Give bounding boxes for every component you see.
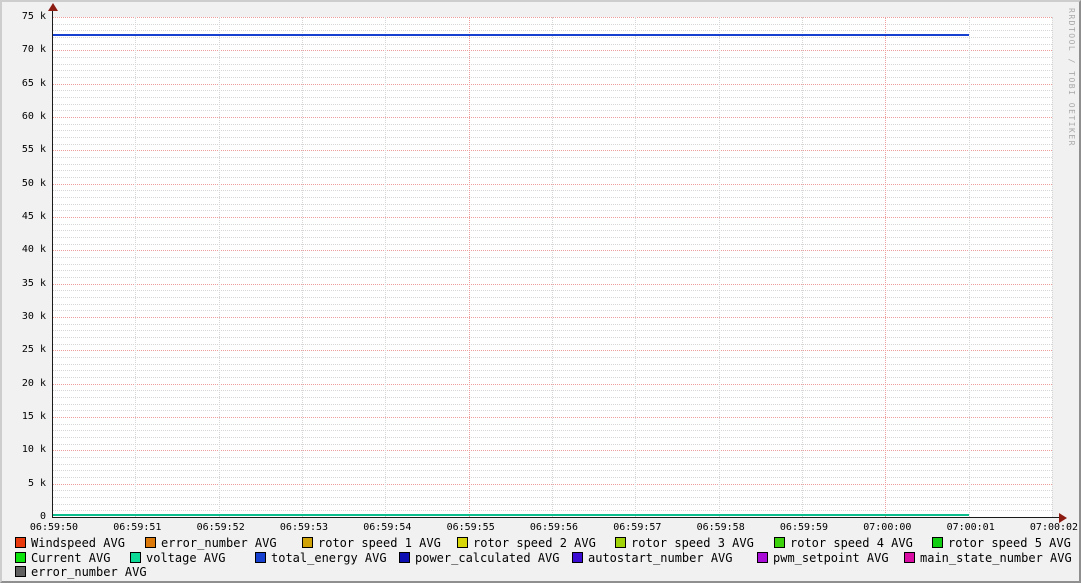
x-tick-label: 06:59:52 <box>196 522 245 533</box>
x-tick-label: 06:59:58 <box>696 522 745 533</box>
legend-item-power-calculated-avg: power_calculated AVG <box>399 550 560 565</box>
y-tick-label: 15 k <box>21 411 46 422</box>
legend-swatch-icon <box>457 537 468 548</box>
legend-swatch-icon <box>932 537 943 548</box>
legend-swatch-icon <box>615 537 626 548</box>
major-gridline-v <box>885 17 887 517</box>
legend-item-voltage-avg: voltage AVG <box>130 550 226 565</box>
minor-gridline-v <box>718 17 720 517</box>
legend-label: rotor speed 1 AVG <box>318 535 441 550</box>
minor-gridline-v <box>635 17 637 517</box>
rrdtool-graph: 75 k 70 k 65 k 60 k 55 k 50 k 45 k 40 k 35 k 30 k… <box>0 0 1081 583</box>
watermark-text: RRDTOOL / TOBI OETIKER <box>1067 8 1076 147</box>
y-tick-label: 0 <box>39 511 46 522</box>
minor-gridline-v <box>385 17 387 517</box>
legend-label: Windspeed AVG <box>31 535 125 550</box>
legend-item-rotor-speed-3-avg: rotor speed 3 AVG <box>615 535 754 550</box>
x-tick-label: 07:00:00 <box>863 522 912 533</box>
series-line-total-energy-avg <box>52 34 969 37</box>
legend-item-autostart-number-avg: autostart_number AVG <box>572 550 733 565</box>
legend-swatch-icon <box>15 566 26 577</box>
legend-label: pwm_setpoint AVG <box>773 550 889 565</box>
y-tick-label: 45 k <box>21 211 46 222</box>
y-tick-label: 20 k <box>21 377 46 389</box>
x-tick-label: 06:59:57 <box>613 522 662 533</box>
legend-swatch-icon <box>15 552 26 563</box>
y-tick-label: 50 k <box>21 177 46 189</box>
minor-gridline-v <box>552 17 553 517</box>
legend-label: rotor speed 3 AVG <box>631 535 754 550</box>
legend-item-rotor-speed-5-avg: rotor speed 5 AVG <box>932 535 1071 550</box>
legend-item-rotor-speed-4-avg: rotor speed 4 AVG <box>774 535 913 550</box>
minor-gridline-v <box>218 17 220 517</box>
legend-swatch-icon <box>145 537 156 548</box>
x-tick-label: 06:59:59 <box>779 522 829 533</box>
plot-area <box>52 17 1053 517</box>
legend-item-windspeed-avg: Windspeed AVG <box>15 535 125 550</box>
x-tick-label: 06:59:56 <box>529 522 579 533</box>
y-tick-label: 10 k <box>21 444 46 456</box>
legend-label: voltage AVG <box>146 550 226 565</box>
legend-item-rotor-speed-1-avg: rotor speed 1 AVG <box>302 535 441 550</box>
y-axis-arrow-icon <box>48 3 58 11</box>
y-tick-label: 55 k <box>21 144 46 156</box>
x-tick-label: 06:59:53 <box>279 522 329 533</box>
y-tick-label: 35 k <box>21 277 46 289</box>
legend-label: total_energy AVG <box>271 550 387 565</box>
x-tick-label: 06:59:50 <box>29 522 79 533</box>
legend-label: error_number AVG <box>161 535 277 550</box>
y-tick-label: 30 k <box>21 311 46 322</box>
x-tick-label: 07:00:01 <box>946 522 995 533</box>
legend-label: autostart_number AVG <box>588 550 733 565</box>
minor-gridline-v <box>968 17 970 517</box>
y-tick-label: 65 k <box>21 77 46 89</box>
legend-label: power_calculated AVG <box>415 550 560 565</box>
x-tick-label: 06:59:54 <box>363 522 412 533</box>
x-tick-label: 06:59:55 <box>446 522 495 533</box>
y-tick-label: 40 k <box>21 244 46 256</box>
legend-item-total-energy-avg: total_energy AVG <box>255 550 387 565</box>
y-tick-label: 60 k <box>21 111 46 122</box>
legend-swatch-icon <box>130 552 141 563</box>
legend-item-rotor-speed-2-avg: rotor speed 2 AVG <box>457 535 596 550</box>
legend-swatch-icon <box>572 552 583 563</box>
x-axis-line <box>52 517 1060 518</box>
legend-item-main-state-number-avg: main_state_number AVG <box>904 550 1072 565</box>
y-tick-label: 5 k <box>27 477 46 489</box>
legend-label: rotor speed 5 AVG <box>948 535 1071 550</box>
legend-swatch-icon <box>15 537 26 548</box>
y-tick-label: 75 k <box>21 11 46 22</box>
legend-item-current-avg: Current AVG <box>15 550 111 565</box>
series-line-voltage-avg <box>52 514 969 516</box>
minor-gridline-v <box>802 17 803 517</box>
legend-label: Current AVG <box>31 550 111 565</box>
legend-swatch-icon <box>302 537 313 548</box>
legend-swatch-icon <box>255 552 266 563</box>
y-axis-line <box>52 10 53 518</box>
legend-swatch-icon <box>774 537 785 548</box>
minor-gridline-v <box>1052 17 1053 517</box>
legend-swatch-icon <box>904 552 915 563</box>
x-tick-label: 06:59:51 <box>113 522 162 533</box>
legend-label: main_state_number AVG <box>920 550 1072 565</box>
legend-label: rotor speed 2 AVG <box>473 535 596 550</box>
legend-label: rotor speed 4 AVG <box>790 535 913 550</box>
minor-gridline-v <box>302 17 303 517</box>
legend-swatch-icon <box>757 552 768 563</box>
legend-item-error-number-avg: error_number AVG <box>15 564 147 579</box>
legend-item-error-number-avg: error_number AVG <box>145 535 277 550</box>
major-gridline-v <box>468 17 470 517</box>
legend-label: error_number AVG <box>31 564 147 579</box>
legend-swatch-icon <box>399 552 410 563</box>
x-tick-label: 07:00:02 <box>1029 522 1079 533</box>
y-tick-label: 25 k <box>21 344 46 356</box>
legend-item-pwm-setpoint-avg: pwm_setpoint AVG <box>757 550 889 565</box>
minor-gridline-v <box>135 17 137 517</box>
y-tick-label: 70 k <box>21 44 46 56</box>
